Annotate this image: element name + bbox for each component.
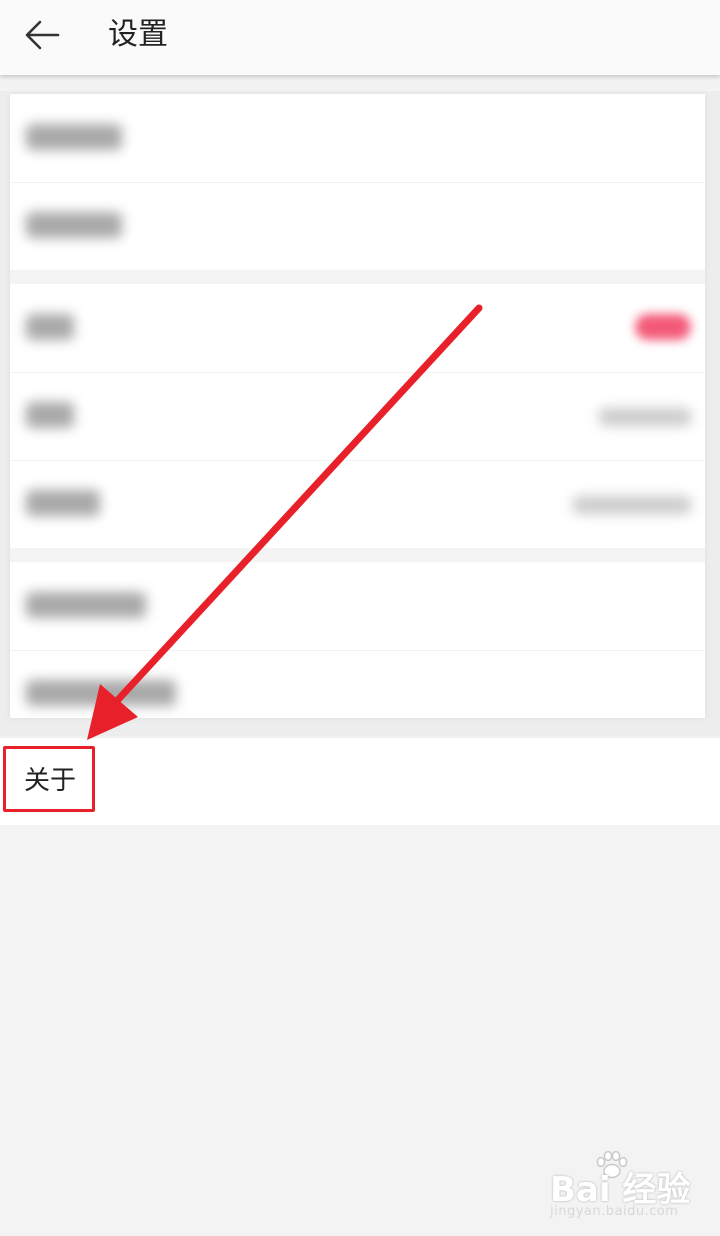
section-divider — [10, 270, 705, 284]
annotation-highlight-box — [3, 746, 95, 812]
list-item[interactable] — [10, 182, 705, 271]
settings-list-blurred — [10, 94, 705, 718]
list-item[interactable] — [10, 650, 705, 718]
page-title: 设置 — [108, 17, 168, 52]
watermark-url: jingyan.baidu.com — [550, 1204, 679, 1219]
list-item[interactable] — [10, 460, 705, 549]
about-row[interactable]: 关于 — [0, 737, 720, 825]
list-item-toggle[interactable] — [10, 284, 705, 373]
list-item[interactable] — [10, 562, 705, 651]
blurred-label — [26, 592, 146, 618]
list-item[interactable] — [10, 94, 705, 183]
blurred-label — [26, 124, 122, 150]
blurred-label — [26, 212, 122, 238]
arrow-left-icon[interactable] — [22, 18, 62, 52]
blurred-value — [599, 408, 691, 426]
app-header: 设置 — [0, 0, 720, 75]
blurred-label — [26, 680, 176, 706]
watermark: Bai 经验 jingyan.baidu.com — [550, 1150, 710, 1220]
toggle-switch[interactable] — [635, 314, 691, 340]
blurred-label — [26, 402, 74, 428]
list-item[interactable] — [10, 372, 705, 461]
blurred-label — [26, 314, 74, 340]
section-divider — [10, 548, 705, 562]
blurred-value — [573, 496, 691, 514]
blurred-label — [26, 490, 100, 516]
